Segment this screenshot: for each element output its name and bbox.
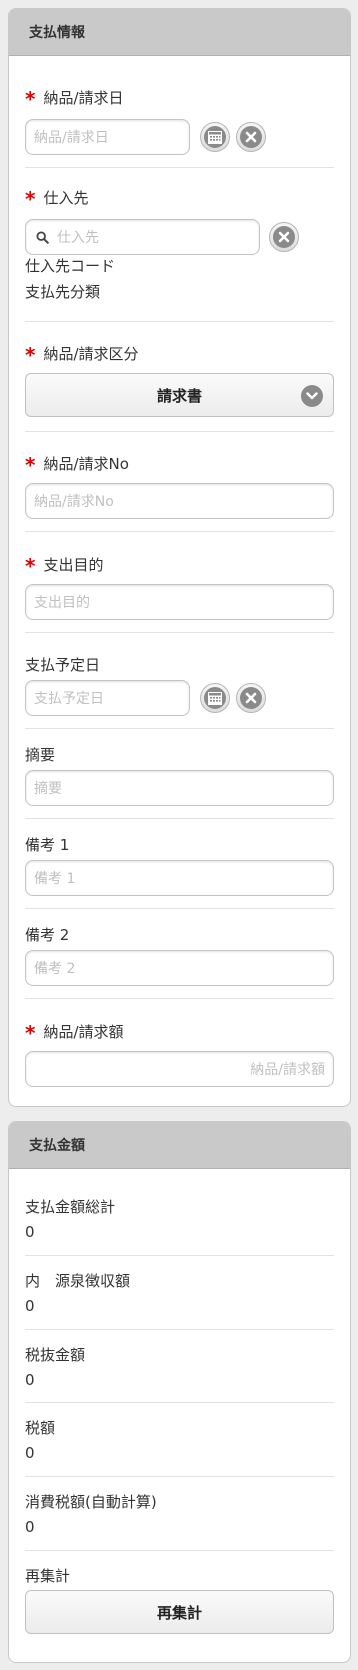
delivery-date-label: * 納品/請求日	[25, 87, 124, 111]
calendar-button[interactable]	[200, 122, 230, 152]
divider	[25, 728, 334, 729]
delivery-type-select[interactable]: 請求書	[25, 373, 334, 417]
divider	[25, 167, 334, 168]
supplier-search-input[interactable]: 仕入先	[25, 219, 260, 255]
panel-header-payment-info: 支払情報	[9, 9, 350, 56]
delivery-type-value: 請求書	[156, 386, 202, 405]
note1-field: 備考 1	[25, 834, 334, 854]
clear-supplier-button[interactable]	[269, 222, 299, 252]
summary-label: 摘要	[25, 745, 56, 764]
panel-header-payment-amount: 支払金額	[9, 1122, 350, 1169]
supplier-category-label: 支払先分類	[25, 283, 101, 301]
note1-input[interactable]: 備考 1	[25, 860, 334, 896]
note1-label: 備考 1	[25, 835, 70, 854]
delivery-date-field: * 納品/請求日	[25, 87, 334, 111]
divider	[25, 1550, 334, 1551]
delivery-type-field: * 納品/請求区分	[25, 343, 334, 367]
required-mark: *	[25, 87, 36, 111]
payment-amount-panel: 支払金額 支払金額総計 0 内 源泉徴収額 0 税抜金額 0 税額 0 消費税額…	[8, 1121, 351, 1663]
supplier-code-label: 仕入先コード	[25, 257, 116, 275]
divider	[25, 1255, 334, 1256]
clear-date-button[interactable]	[236, 683, 266, 713]
supplier-label: * 仕入先	[25, 187, 89, 211]
note2-field: 備考 2	[25, 924, 334, 944]
chevron-down-icon	[301, 385, 323, 407]
delivery-no-field: * 納品/請求No	[25, 453, 334, 477]
consumption-tax-label: 消費税額(自動計算)	[25, 1493, 157, 1511]
recalc-button[interactable]: 再集計	[25, 1590, 334, 1634]
close-icon	[240, 126, 262, 148]
supplier-field: * 仕入先	[25, 187, 334, 211]
pretax-label: 税抜金額	[25, 1346, 86, 1364]
summary-input[interactable]: 摘要	[25, 770, 334, 806]
tax-label: 税額	[25, 1419, 56, 1437]
delivery-no-input[interactable]: 納品/請求No	[25, 483, 334, 519]
pretax-value: 0	[25, 1371, 35, 1389]
divider	[25, 908, 334, 909]
search-icon	[36, 230, 49, 244]
divider	[25, 431, 334, 432]
delivery-date-input[interactable]: 納品/請求日	[25, 119, 190, 155]
divider	[25, 632, 334, 633]
calendar-icon	[204, 687, 226, 709]
calendar-icon	[204, 126, 226, 148]
close-icon	[273, 226, 295, 248]
amount-label: * 納品/請求額	[25, 1021, 124, 1045]
tax-value: 0	[25, 1444, 35, 1462]
divider	[25, 321, 334, 322]
purpose-label: * 支出目的	[25, 554, 104, 578]
delivery-type-label: * 納品/請求区分	[25, 343, 139, 367]
clear-date-button[interactable]	[236, 122, 266, 152]
amount-field: * 納品/請求額	[25, 1021, 334, 1045]
required-mark: *	[25, 343, 36, 367]
summary-field: 摘要	[25, 744, 334, 764]
total-value: 0	[25, 1223, 35, 1241]
note2-input[interactable]: 備考 2	[25, 950, 334, 986]
divider	[25, 818, 334, 819]
scheduled-date-label: 支払予定日	[25, 655, 101, 674]
required-mark: *	[25, 1021, 36, 1045]
required-mark: *	[25, 453, 36, 477]
delivery-no-label: * 納品/請求No	[25, 453, 129, 477]
withholding-value: 0	[25, 1297, 35, 1315]
scheduled-date-field: 支払予定日	[25, 654, 334, 674]
divider	[25, 998, 334, 999]
divider	[25, 1476, 334, 1477]
divider	[25, 531, 334, 532]
payment-info-panel: 支払情報 * 納品/請求日 納品/請求日 * 仕入先 仕入先 仕入先コード 支払…	[8, 8, 351, 1107]
divider	[25, 1329, 334, 1330]
total-label: 支払金額総計	[25, 1198, 116, 1216]
supplier-placeholder: 仕入先	[57, 230, 99, 246]
purpose-field: * 支出目的	[25, 554, 334, 578]
scheduled-date-input[interactable]: 支払予定日	[25, 680, 190, 716]
divider	[25, 1402, 334, 1403]
purpose-input[interactable]: 支出目的	[25, 584, 334, 620]
close-icon	[240, 687, 262, 709]
consumption-tax-value: 0	[25, 1518, 35, 1536]
amount-input[interactable]: 納品/請求額	[25, 1051, 334, 1087]
required-mark: *	[25, 187, 36, 211]
withholding-label: 内 源泉徴収額	[25, 1272, 131, 1290]
required-mark: *	[25, 554, 36, 578]
calendar-button[interactable]	[200, 683, 230, 713]
recalc-label: 再集計	[25, 1567, 71, 1585]
note2-label: 備考 2	[25, 925, 70, 944]
